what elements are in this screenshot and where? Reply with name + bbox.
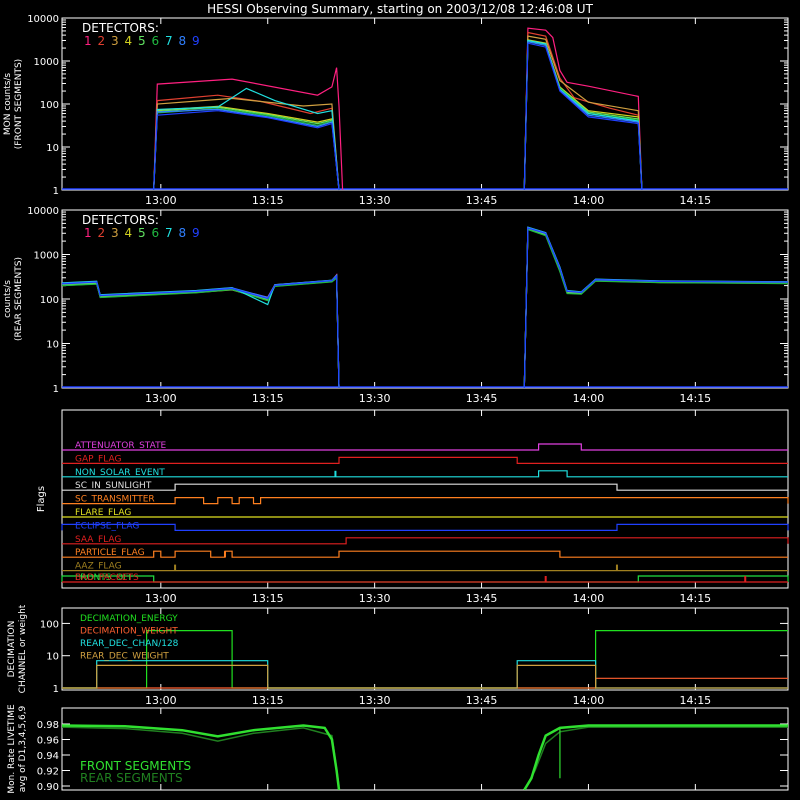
flags-xtick-label-2: 13:30 [359,592,391,605]
flag-label-6: ECLIPSE_FLAG [75,521,139,531]
rear-xtick-label-1: 13:15 [252,392,284,405]
rear-ytick-label-2: 100 [40,295,59,306]
front-xtick-label-3: 13:45 [466,194,498,207]
decimation-xtick-label-4: 14:00 [573,694,605,707]
livetime-ytick-label-3: 0.96 [37,736,59,747]
rear-xtick-label-4: 14:00 [573,392,605,405]
decimation-ylabel-1: CHANNEL or weight [18,604,28,693]
decimation-xtick-label-2: 13:30 [359,694,391,707]
livetime-legend-1: REAR SEGMENTS [80,771,183,785]
rear-ylabel-1: (REAR SEGMENTS) [14,257,24,341]
rear-legend-detector-1: 1 [84,226,92,240]
front-ytick-label-0: 1 [53,186,59,197]
front-xtick-label-2: 13:30 [359,194,391,207]
front-ytick-label-1: 10 [46,143,59,154]
decimation-ytick-label-2: 100 [40,619,59,630]
flag-label-2: NON_SOLAR_EVENT [75,468,165,478]
flags-xtick-label-3: 13:45 [466,592,498,605]
flag-label-8: PARTICLE_FLAG [75,548,145,558]
rear-legend-detector-2: 2 [98,226,106,240]
flag-label-4: SC_TRANSMITTER [75,495,155,505]
flag-label-9: AAZ_FLAG [75,562,122,572]
decimation-xtick-label-0: 13:00 [145,694,177,707]
rear-legend-detector-6: 6 [152,226,160,240]
rear-ytick-label-0: 1 [53,384,59,395]
decimation-xtick-label-1: 13:15 [252,694,284,707]
decimation-xtick-label-5: 14:15 [679,694,711,707]
front-legend-detector-9: 9 [192,34,200,48]
rear-xtick-label-5: 14:15 [679,392,711,405]
front-ylabel-1: (FRONT SEGMENTS) [14,59,24,149]
rear-legend-detector-4: 4 [125,226,133,240]
flag-label-5: FLARE_FLAG [75,508,131,518]
rear-ytick-label-4: 10000 [27,206,59,217]
front-xtick-label-5: 14:15 [679,194,711,207]
livetime-ytick-label-4: 0.98 [37,720,59,731]
chart-title: HESSI Observing Summary, starting on 200… [207,2,593,16]
flags-xtick-label-1: 13:15 [252,592,284,605]
decimation-legend-1: DECIMATION_WEIGHT [80,627,178,637]
rear-xtick-label-3: 13:45 [466,392,498,405]
flag-label-7: SAA_FLAG [75,535,121,545]
front-xtick-label-4: 14:00 [573,194,605,207]
front-ytick-label-2: 100 [40,100,59,111]
livetime-ylabel-0: Mon. Rate LIVETIME [7,704,17,794]
rear-legend-detector-7: 7 [165,226,173,240]
front-legend-title: DETECTORS: [82,21,159,35]
front-legend-detector-5: 5 [138,34,146,48]
flags-xtick-label-4: 14:00 [573,592,605,605]
rear-xtick-label-2: 13:30 [359,392,391,405]
rear-legend-title: DETECTORS: [82,213,159,227]
flags-xtick-label-0: 13:00 [145,592,177,605]
flags-xtick-label-5: 14:15 [679,592,711,605]
decimation-ylabel-0: DECIMATION [7,621,17,678]
hessi-observing-summary: HESSI Observing Summary, starting on 200… [0,0,800,800]
livetime-ytick-label-2: 0.94 [37,751,59,762]
flag-label-11: BAD_PACKETS [75,573,139,583]
front-legend-detector-4: 4 [125,34,133,48]
rear-ytick-label-1: 10 [46,340,59,351]
decimation-legend-3: REAR_DEC_WEIGHT [80,652,169,662]
rear-ylabel-0: counts/s [3,280,13,318]
front-legend-detector-3: 3 [111,34,119,48]
rear-legend-detector-5: 5 [138,226,146,240]
decimation-ytick-label-1: 10 [46,652,59,663]
decimation-xtick-label-3: 13:45 [466,694,498,707]
rear-legend-detector-3: 3 [111,226,119,240]
flag-label-0: ATTENUATOR_STATE [75,441,167,451]
flag-label-3: SC_IN_SUNLIGHT [75,481,152,491]
front-legend-detector-6: 6 [152,34,160,48]
livetime-ytick-label-1: 0.92 [37,767,59,778]
rear-xtick-label-0: 13:00 [145,392,177,405]
front-legend-detector-1: 1 [84,34,92,48]
decimation-legend-0: DECIMATION_ENERGY [80,614,178,624]
livetime-ytick-label-0: 0.90 [37,782,59,793]
decimation-legend-2: REAR_DEC_CHAN/128 [80,639,179,649]
front-legend-detector-7: 7 [165,34,173,48]
front-ytick-label-4: 10000 [27,14,59,25]
front-legend-detector-8: 8 [179,34,187,48]
front-xtick-label-1: 13:15 [252,194,284,207]
front-legend-detector-2: 2 [98,34,106,48]
flags-ylabel: Flags [36,486,47,512]
livetime-ylabel-1: avg of D1,3,4,5,6,9 [18,705,28,792]
rear-ytick-label-3: 1000 [34,251,59,262]
decimation-ytick-label-0: 1 [53,684,59,695]
rear-legend-detector-8: 8 [179,226,187,240]
front-xtick-label-0: 13:00 [145,194,177,207]
flag-label-1: GAP_FLAG [75,454,121,464]
front-ytick-label-3: 1000 [34,57,59,68]
rear-legend-detector-9: 9 [192,226,200,240]
front-ylabel-0: MON counts/s [3,73,13,136]
